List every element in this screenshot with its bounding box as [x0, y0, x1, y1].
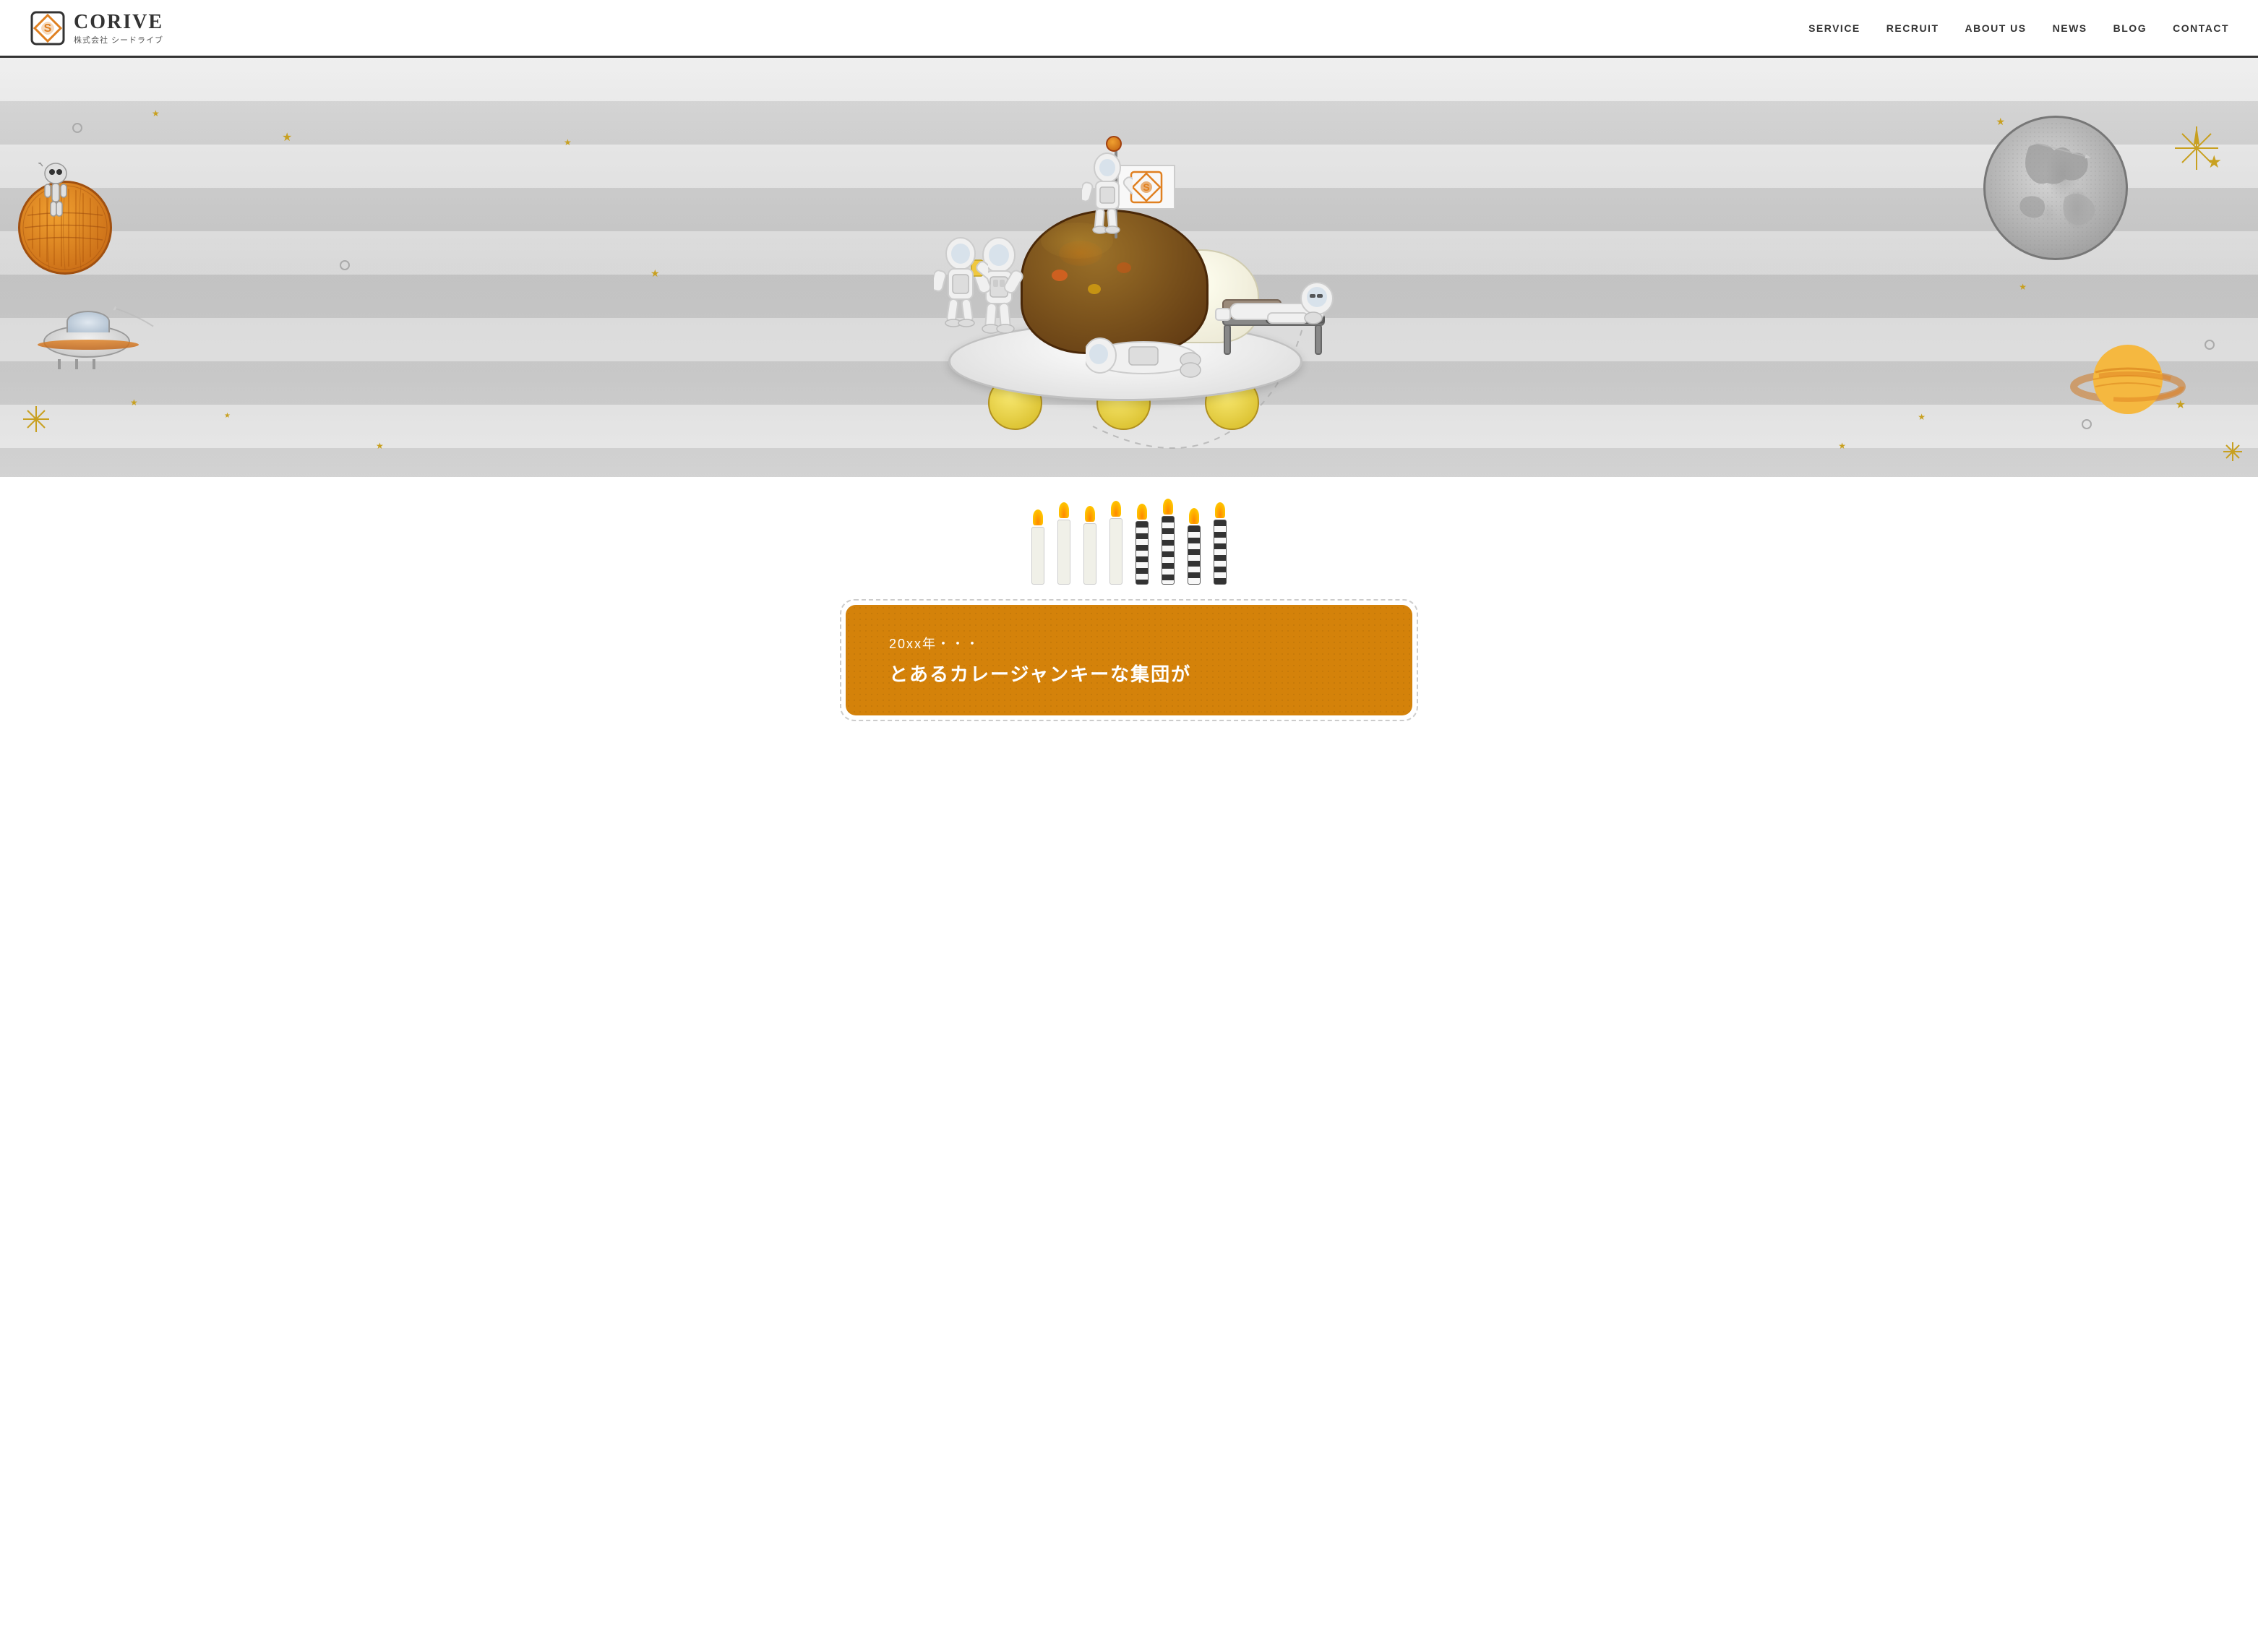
star-decoration: ★	[2019, 282, 2027, 292]
logo-title: CORIVE	[74, 11, 163, 34]
site-header: S CORIVE 株式会社 シードライブ SERVICE RECRUIT ABO…	[0, 0, 2258, 58]
orange-box-text1: 20xx年・・・	[889, 634, 1369, 653]
candle-2	[1057, 502, 1070, 585]
dot-decoration	[2205, 340, 2215, 350]
sparkle-small	[22, 405, 51, 437]
candle-flame	[1085, 506, 1095, 522]
candle-body	[1109, 518, 1122, 585]
svg-text:S: S	[1143, 181, 1149, 193]
candles-section	[0, 477, 2258, 592]
orange-box-section: 20xx年・・・ とあるカレージャンキーな集団が	[0, 592, 2258, 736]
hero-section: ★ ★ ★ ★ ★ ★ ★ ★ ★ ★ ★ ★ ★	[0, 58, 2258, 477]
candle-flame	[1111, 501, 1121, 517]
candle-1	[1031, 509, 1044, 585]
logo-subtitle: 株式会社 シードライブ	[74, 34, 163, 46]
ufo-illustration	[43, 325, 130, 369]
logo-icon: S	[29, 9, 66, 47]
dot-decoration	[340, 260, 350, 270]
astronaut-lounging	[1209, 271, 1339, 376]
star-decoration: ★	[224, 412, 231, 420]
candle-6	[1162, 499, 1175, 585]
nav-news[interactable]: NEWS	[2053, 22, 2087, 34]
alien-figure	[38, 163, 74, 227]
nav-recruit[interactable]: RECRUIT	[1886, 22, 1939, 34]
candle-body	[1136, 521, 1149, 585]
logo-text-container: CORIVE 株式会社 シードライブ	[74, 11, 163, 46]
svg-text:S: S	[44, 22, 52, 35]
candle-7	[1188, 508, 1201, 585]
candle-3	[1083, 506, 1096, 585]
logo-area[interactable]: S CORIVE 株式会社 シードライブ	[29, 9, 163, 47]
nav-about-us[interactable]: ABOUT US	[1965, 22, 2027, 34]
candle-body	[1214, 520, 1227, 585]
orange-box-text2: とあるカレージャンキーな集団が	[889, 660, 1369, 687]
candle-8	[1214, 502, 1227, 585]
nav-blog[interactable]: BLOG	[2113, 22, 2147, 34]
candle-flame	[1059, 502, 1069, 518]
star-decoration: ★	[1918, 412, 1926, 422]
candle-body	[1083, 523, 1096, 585]
candle-5	[1136, 504, 1149, 585]
orange-box-inner: 20xx年・・・ とあるカレージャンキーな集団が	[846, 605, 1412, 715]
orange-box-outer: 20xx年・・・ とあるカレージャンキーな集団が	[840, 599, 1418, 721]
candle-flame	[1033, 509, 1043, 525]
star-decoration: ★	[130, 397, 138, 408]
plate-illustration: S	[876, 79, 1382, 470]
candle-flame	[1189, 508, 1199, 524]
dot-decoration	[72, 123, 82, 133]
star-decoration: ★	[1838, 441, 1846, 451]
candle-body	[1057, 520, 1070, 585]
candle-flame	[1163, 499, 1173, 515]
star-decoration: ★	[564, 137, 572, 147]
candle-4	[1109, 501, 1122, 585]
candle-body	[1031, 527, 1044, 585]
star-decoration: ★	[152, 108, 160, 119]
star-decoration: ★	[651, 267, 660, 280]
astronaut-2	[934, 235, 988, 336]
earth-globe	[1983, 116, 2128, 260]
main-nav: SERVICE RECRUIT ABOUT US NEWS BLOG CONTA…	[1808, 22, 2229, 34]
candle-flame	[1215, 502, 1225, 518]
saturn-planet	[2070, 340, 2186, 430]
star-decoration: ★	[282, 130, 292, 145]
astronaut-3	[1082, 152, 1133, 242]
candle-body	[1188, 525, 1201, 585]
nav-contact[interactable]: CONTACT	[2173, 22, 2229, 34]
astronaut-4	[1086, 332, 1201, 394]
sparkle-burst	[2171, 123, 2222, 177]
candle-flame	[1137, 504, 1147, 520]
sparkle-small	[2222, 441, 2244, 466]
nav-service[interactable]: SERVICE	[1808, 22, 1860, 34]
star-decoration: ★	[376, 441, 384, 451]
candle-body	[1162, 516, 1175, 585]
flag-ball	[1106, 136, 1122, 152]
candles-row	[1031, 499, 1227, 585]
